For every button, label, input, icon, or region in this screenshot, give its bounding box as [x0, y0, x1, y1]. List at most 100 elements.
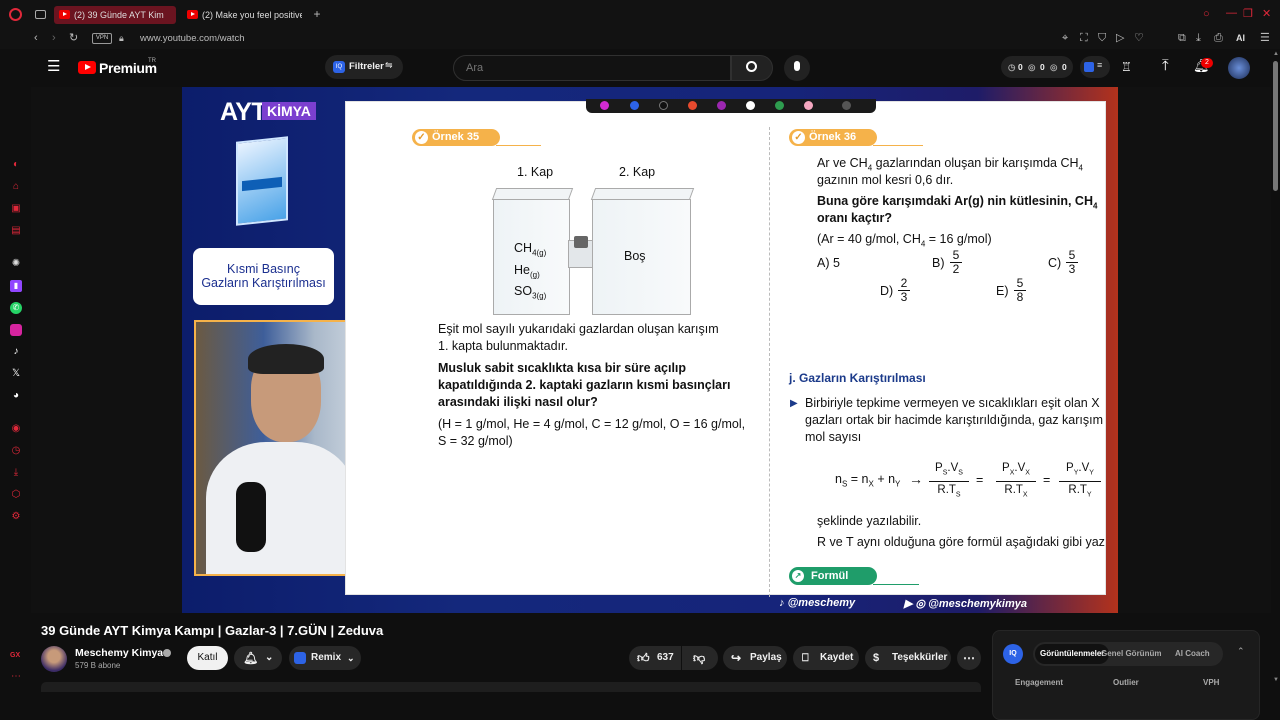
- search-button[interactable]: [731, 55, 773, 81]
- player-sidebar-icon[interactable]: ▤: [10, 225, 22, 237]
- tab-overview[interactable]: Genel Görünüm: [1101, 642, 1161, 666]
- scrollbar-up-icon[interactable]: ▲: [1273, 51, 1279, 57]
- more-actions-button[interactable]: ⋯: [957, 646, 981, 670]
- container-2-top: [590, 188, 695, 200]
- trophy-icon[interactable]: ♖: [1121, 61, 1132, 73]
- x-icon[interactable]: 𝕏: [10, 368, 22, 380]
- thanks-button[interactable]: $ Teşekkürler: [865, 646, 951, 670]
- color-dot[interactable]: [688, 101, 697, 110]
- vpn-badge[interactable]: VPN: [92, 33, 112, 44]
- color-dot[interactable]: [842, 101, 851, 110]
- save-button[interactable]: ⎕ Kaydet: [793, 646, 859, 670]
- voice-search-button[interactable]: [784, 55, 810, 81]
- collapse-icon[interactable]: ⌃: [1237, 646, 1245, 657]
- twitch-sidebar-icon[interactable]: ▣: [10, 203, 22, 215]
- settings-icon[interactable]: ⚙: [10, 511, 22, 523]
- gas-so3-sub: 3(g): [532, 291, 547, 301]
- new-tab-icon[interactable]: +: [311, 8, 323, 20]
- search-tabs-icon[interactable]: ○: [1203, 8, 1210, 20]
- color-dot[interactable]: [600, 101, 609, 110]
- iq-extension-button[interactable]: ≡: [1080, 56, 1110, 78]
- forward-icon[interactable]: ›: [52, 32, 56, 44]
- more-icon[interactable]: ⋯: [10, 671, 22, 683]
- hamburger-menu-icon[interactable]: ☰: [47, 59, 60, 74]
- workspace-icon[interactable]: [35, 10, 46, 19]
- back-icon[interactable]: ‹: [34, 32, 38, 44]
- menu-icon[interactable]: ☰: [1260, 32, 1270, 44]
- description-bar[interactable]: [41, 682, 981, 692]
- container-2-label: 2. Kap: [619, 165, 656, 179]
- pin-icon[interactable]: ⌖: [1062, 32, 1068, 44]
- whatsapp-icon[interactable]: ✆: [10, 302, 22, 314]
- tiktok-icon[interactable]: ♪: [10, 346, 22, 358]
- close-window-icon[interactable]: ✕: [1262, 8, 1271, 20]
- social-left-handle: @meschemy: [787, 597, 856, 609]
- color-dot[interactable]: [746, 101, 755, 110]
- chatgpt-icon[interactable]: ✺: [10, 258, 22, 270]
- channel-name[interactable]: Meschemy Kimya: [75, 647, 163, 659]
- aria-icon[interactable]: ◐: [10, 159, 22, 171]
- tab-ai-coach[interactable]: AI Coach: [1175, 642, 1210, 666]
- share-button[interactable]: ↪ Paylaş: [723, 646, 787, 670]
- youtube-logo[interactable]: [78, 61, 96, 74]
- instagram-icon[interactable]: [10, 324, 22, 336]
- clock-icon: ◷: [1008, 62, 1016, 72]
- downloads-icon[interactable]: ⤓: [10, 467, 22, 479]
- ai-button[interactable]: AI: [1236, 33, 1245, 43]
- remix-button[interactable]: Remix ⌄: [289, 646, 361, 670]
- play-triangle-icon: [85, 64, 91, 70]
- url-field[interactable]: www.youtube.com/watch: [140, 33, 245, 44]
- eye-icon: ◎: [1028, 62, 1036, 72]
- avatar[interactable]: [1228, 57, 1250, 79]
- snapshot-icon[interactable]: ⛶: [1080, 32, 1088, 44]
- color-dot[interactable]: [659, 101, 668, 110]
- topic-line-1: Kısmi Basınç: [227, 262, 300, 276]
- heart-icon[interactable]: ♡: [1134, 32, 1144, 44]
- play-icon[interactable]: ▷: [1116, 32, 1124, 44]
- page-scrollbar[interactable]: ▲ ▼: [1271, 49, 1280, 720]
- player-icon[interactable]: ◉: [10, 423, 22, 435]
- tab-active[interactable]: (2) 39 Günde AYT Kim: [54, 6, 176, 24]
- gx-label: GX: [10, 652, 21, 659]
- color-dot[interactable]: [717, 101, 726, 110]
- extensions-sidebar-icon[interactable]: ⬡: [10, 489, 22, 501]
- join-button[interactable]: Katıl: [187, 646, 228, 670]
- tab-second[interactable]: (2) Make you feel positive: [182, 6, 302, 24]
- stats-pill[interactable]: ◷ 0 ◎ 0 ◎ 0: [1001, 56, 1073, 78]
- bookmark-icon[interactable]: ⎙: [1214, 32, 1223, 44]
- discord-icon[interactable]: ◕: [10, 390, 22, 402]
- twitch-icon[interactable]: ▮: [10, 280, 22, 292]
- scrollbar-down-icon[interactable]: ▼: [1273, 677, 1279, 683]
- color-dot[interactable]: [804, 101, 813, 110]
- tab-views[interactable]: Görüntülenmeler: [1035, 644, 1110, 664]
- like-button[interactable]: 👍︎ 637: [629, 646, 681, 670]
- t: P: [1066, 462, 1074, 474]
- opera-logo-icon[interactable]: [9, 8, 22, 21]
- scrollbar-thumb[interactable]: [1273, 61, 1278, 191]
- shop-icon[interactable]: ⌂: [10, 181, 22, 193]
- lock-icon[interactable]: 🔒︎: [119, 32, 124, 44]
- dislike-button[interactable]: 👎︎: [682, 646, 718, 670]
- option-a: A) 5: [817, 256, 840, 270]
- filters-button[interactable]: IQ Filtreler ⇋: [325, 55, 403, 79]
- ex36-l1a: Ar ve CH: [817, 156, 868, 170]
- upload-icon[interactable]: ⤒: [1162, 58, 1169, 73]
- eye-icon: ◎: [1050, 62, 1058, 72]
- history-icon[interactable]: ◷: [10, 445, 22, 457]
- reload-icon[interactable]: ↻: [69, 32, 78, 44]
- option-d-fraction: 23: [898, 277, 910, 304]
- maximize-icon[interactable]: ❐: [1243, 8, 1253, 20]
- channel-avatar[interactable]: [41, 646, 67, 672]
- shield-icon[interactable]: ⛉: [1098, 32, 1106, 44]
- s2: X: [1025, 469, 1030, 477]
- minimize-icon[interactable]: —: [1226, 7, 1237, 19]
- term-2: PX.VX R.TX: [996, 460, 1036, 504]
- color-dot[interactable]: [775, 101, 784, 110]
- notification-bell-button[interactable]: 🔔︎ ⌄: [234, 646, 282, 670]
- ex35-question-3: arasındaki ilişki nasıl olur?: [438, 395, 598, 409]
- extensions-icon[interactable]: ⧉: [1178, 32, 1186, 44]
- search-input[interactable]: [453, 55, 731, 81]
- download-icon[interactable]: ⤓: [1196, 32, 1201, 44]
- t: P: [1002, 462, 1010, 474]
- color-dot[interactable]: [630, 101, 639, 110]
